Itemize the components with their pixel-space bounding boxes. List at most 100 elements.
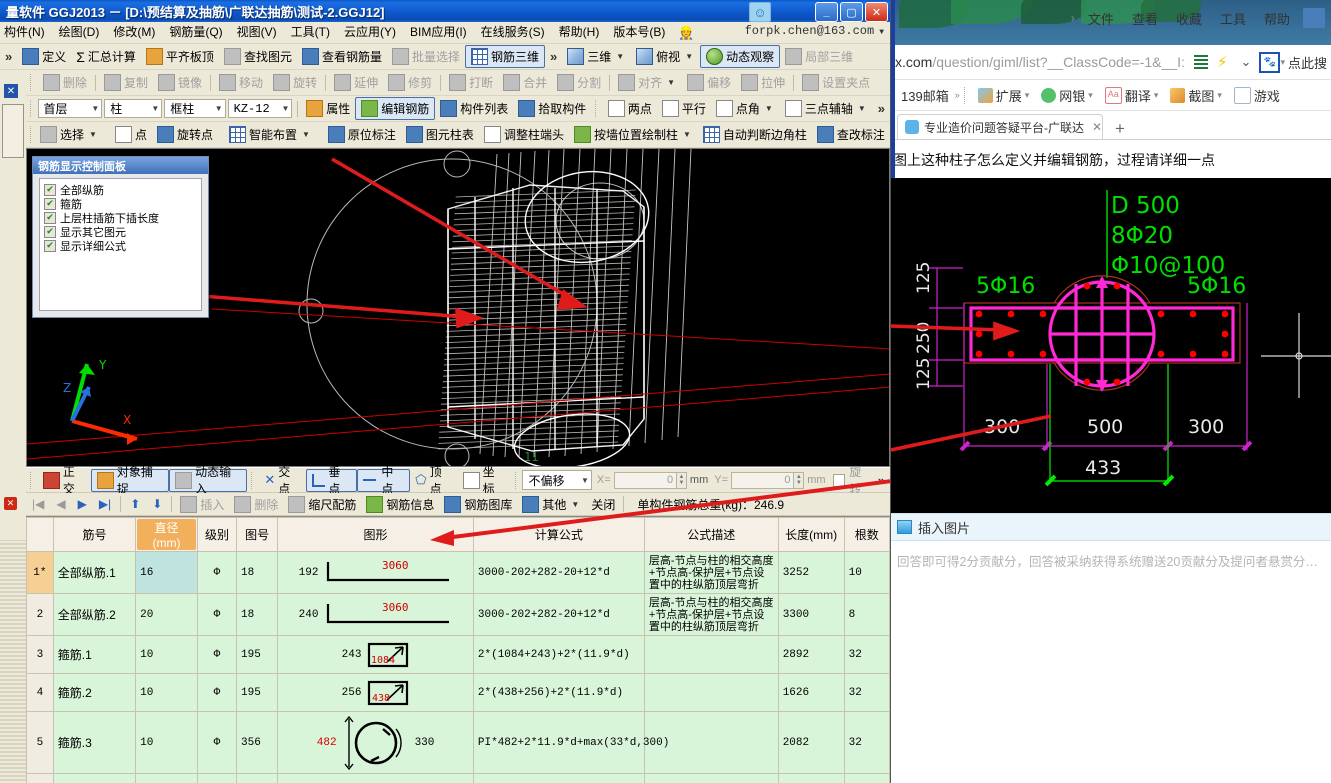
row-count[interactable]: 32: [843, 711, 890, 774]
row-formula[interactable]: PI*482+2*11.9*d+max(33*d,300): [472, 711, 669, 774]
nav-last-button[interactable]: ▶|: [93, 497, 117, 511]
x-input[interactable]: 0: [613, 471, 678, 489]
menu-item-0[interactable]: 构件(N): [0, 22, 52, 43]
rebar-library[interactable]: 钢筋图库: [439, 494, 517, 515]
row-shape[interactable]: 192 3060: [277, 551, 474, 594]
checkbox-icon[interactable]: ✔: [44, 226, 56, 238]
toolbar-properties[interactable]: 属性: [301, 98, 355, 119]
menu-item-7[interactable]: BIM应用(I): [403, 22, 474, 43]
smiley-icon[interactable]: ☺: [749, 2, 771, 22]
row-fig-no[interactable]: [236, 773, 279, 783]
row-grade[interactable]: [196, 773, 238, 783]
rebar-info[interactable]: 钢筋信息: [361, 494, 439, 515]
chevron-down-icon[interactable]: ▼: [685, 52, 693, 61]
th-grade[interactable]: 级别: [196, 517, 238, 552]
row-formula[interactable]: 2*(438+256)+2*(11.9*d): [472, 673, 645, 712]
menu-item-1[interactable]: 绘图(D): [52, 22, 107, 43]
toolbar-parallel[interactable]: 平行: [657, 98, 711, 119]
snap-perpendicular[interactable]: 垂点: [306, 465, 358, 496]
control-option-0[interactable]: ✔ 全部纵筋: [44, 183, 197, 197]
row-count[interactable]: 32: [843, 635, 890, 674]
row-length[interactable]: 3252: [777, 551, 845, 594]
row-length[interactable]: 3300: [777, 593, 845, 636]
component-type-selector[interactable]: 柱 ▼: [104, 99, 163, 118]
chevron-down-icon[interactable]: ▾: [1088, 90, 1093, 101]
bookmark-overflow-chevron[interactable]: »: [955, 90, 960, 100]
bookmark-mail[interactable]: 139邮箱: [895, 86, 955, 105]
table-row[interactable]: 3 箍筋.1 10 Φ 195 243 1084 2*(1084+243)+2*…: [26, 635, 890, 674]
cad-drawing[interactable]: D 500 8Φ20 Φ10@100 5Φ16 5Φ16 125 250 125…: [891, 178, 1331, 513]
row-grade[interactable]: Φ: [196, 593, 238, 636]
nav-prev-button[interactable]: ◀: [50, 497, 71, 511]
row-index[interactable]: 4: [26, 673, 54, 712]
row-description[interactable]: [643, 773, 779, 783]
control-option-2[interactable]: ✔ 上层柱插筋下插长度: [44, 211, 197, 225]
snap-dynamic-input[interactable]: 动态输入: [169, 465, 248, 496]
th-description[interactable]: 公式描述: [643, 517, 779, 552]
row-length[interactable]: 2082: [777, 711, 845, 774]
insert-image-label[interactable]: 插入图片: [918, 518, 970, 537]
row-diameter[interactable]: 20: [135, 593, 198, 636]
snap-ortho[interactable]: 正交: [38, 465, 91, 496]
url-text[interactable]: x.com/question/giml/list?__ClassCode=-1&…: [895, 54, 1190, 70]
toolbar-rotate-point[interactable]: 旋转点: [152, 124, 218, 145]
rebar-close[interactable]: 关闭: [586, 494, 620, 515]
close-icon[interactable]: ✕: [1092, 120, 1102, 134]
row-diameter[interactable]: 10: [135, 673, 198, 712]
maximize-button[interactable]: ▢: [840, 2, 863, 22]
chevron-down-icon[interactable]: ⌄: [1241, 54, 1252, 70]
table-row[interactable]: 1* 全部纵筋.1 16 Φ 18 192 3060 3000-202+282-…: [26, 551, 890, 594]
control-option-4[interactable]: ✔ 显示详细公式: [44, 239, 197, 253]
row-description[interactable]: 层高-节点与柱的相交高度+节点高-保护层+节点设置中的柱纵筋顶层弯折: [643, 551, 779, 594]
toolbar-select[interactable]: 选择 ▼: [35, 124, 104, 145]
snap-midpoint[interactable]: 中点: [357, 465, 411, 496]
menu-overflow-chevron[interactable]: ›: [1067, 11, 1079, 25]
toolbar-rebar-3d[interactable]: 钢筋三维: [464, 45, 545, 68]
table-row[interactable]: 4 箍筋.2 10 Φ 195 256 438 2*(438+256)+2*(1…: [26, 673, 890, 712]
account-label[interactable]: forpk.chen@163.com ▼: [745, 24, 886, 38]
nav-up-button[interactable]: ⬆: [124, 497, 146, 511]
toolbar-three-point-axis[interactable]: 三点辅轴 ▼: [780, 98, 873, 119]
toolbar-two-point[interactable]: 两点: [603, 98, 657, 119]
rebar-display-control-panel[interactable]: 钢筋显示控制面板 ✔ 全部纵筋 ✔ 箍筋 ✔ 上层柱插筋下插长度 ✔ 显示其它图…: [32, 156, 209, 318]
row-diameter[interactable]: 10: [135, 711, 198, 774]
answer-placeholder[interactable]: 回答即可得2分贡献分，回答被采纳获得系统赠送20贡献分及提问者悬赏分…: [891, 541, 1331, 580]
row-shape[interactable]: 482 330: [277, 711, 474, 774]
row-formula[interactable]: 3000-202+282-20+12*d: [472, 551, 645, 594]
toolbar-adjust-column-end[interactable]: 调整柱端头: [479, 124, 569, 145]
chevron-down-icon[interactable]: ▼: [571, 500, 579, 509]
bookmark-extension[interactable]: 扩展 ▾: [972, 86, 1036, 105]
row-count[interactable]: 8: [843, 593, 890, 636]
chevron-down-icon[interactable]: ▼: [858, 104, 866, 113]
th-bar-no[interactable]: 筋号: [52, 517, 137, 552]
row-grade[interactable]: Φ: [196, 635, 238, 674]
menu-item-9[interactable]: 帮助(H): [552, 22, 607, 43]
toolbar-smart-layout[interactable]: 智能布置 ▼: [224, 124, 317, 145]
row-count[interactable]: 10: [843, 551, 890, 594]
browser-menu-help[interactable]: 帮助: [1255, 9, 1299, 28]
th-count[interactable]: 根数: [843, 517, 890, 552]
offset-mode-selector[interactable]: 不偏移 ▼: [522, 470, 592, 490]
checkbox-icon[interactable]: ✔: [44, 240, 56, 252]
browser-menu-tools[interactable]: 工具: [1211, 9, 1255, 28]
component-id-selector[interactable]: KZ-12 ▼: [227, 99, 293, 118]
toolbar-prev-chevron[interactable]: »: [0, 49, 17, 64]
search-hint-label[interactable]: 点此搜: [1288, 53, 1327, 72]
row-bar-no[interactable]: 箍筋.3: [52, 711, 137, 774]
menu-item-3[interactable]: 钢筋量(Q): [162, 22, 229, 43]
rebar-table-container[interactable]: 筋号 直径(mm) 级别 图号 图形 计算公式 公式描述 长度(mm) 根数 1…: [26, 516, 890, 783]
row-index[interactable]: 3: [26, 635, 54, 674]
row-diameter[interactable]: 10: [135, 635, 198, 674]
chevron-down-icon[interactable]: ▼: [683, 130, 691, 139]
rebar-scale[interactable]: 缩尺配筋: [283, 494, 361, 515]
row-shape[interactable]: [277, 773, 474, 783]
toolbar-overflow-chevron[interactable]: »: [545, 49, 562, 64]
chevron-down-icon[interactable]: ▼: [302, 130, 310, 139]
control-option-3[interactable]: ✔ 显示其它图元: [44, 225, 197, 239]
row-count[interactable]: 32: [843, 673, 890, 712]
bookmark-game[interactable]: 游戏: [1228, 86, 1286, 105]
toolbar-edit-rebar[interactable]: 编辑钢筋: [355, 97, 436, 120]
toolbar-define[interactable]: 定义: [17, 46, 71, 67]
y-input[interactable]: 0: [731, 471, 795, 489]
floor-selector[interactable]: 首层 ▼: [37, 99, 103, 118]
